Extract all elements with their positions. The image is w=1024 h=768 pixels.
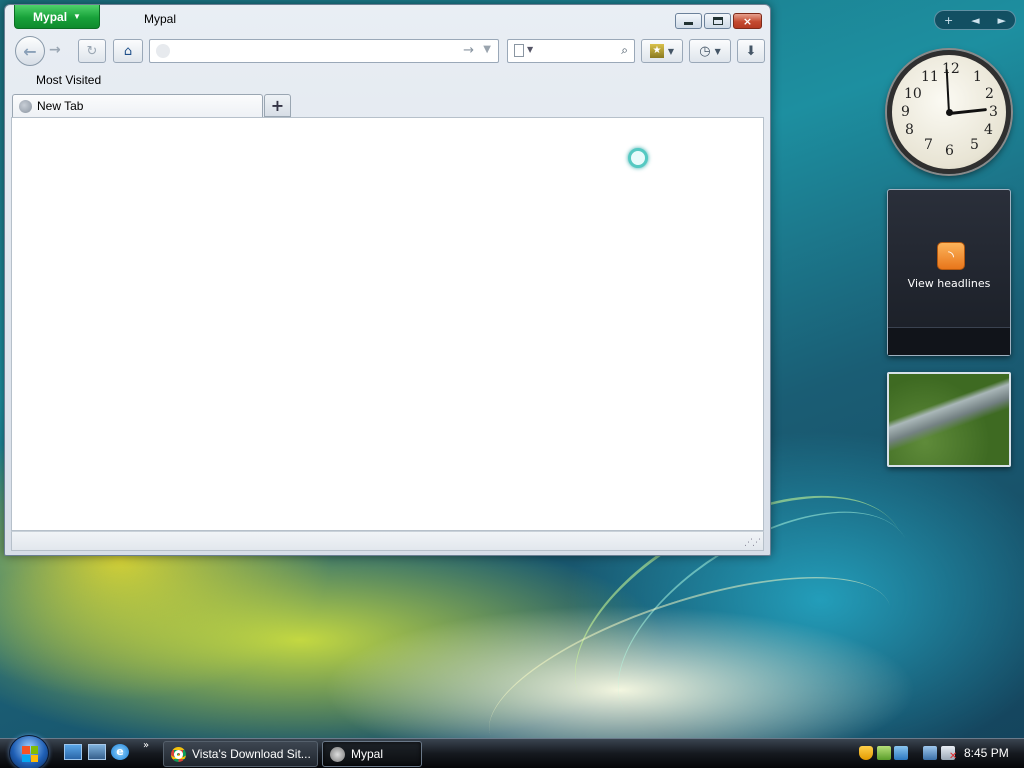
search-engine-icon[interactable] bbox=[514, 44, 524, 57]
clock-number: 12 bbox=[942, 61, 960, 77]
chevron-down-icon: ▼ bbox=[73, 12, 81, 21]
clock-number: 9 bbox=[901, 104, 910, 120]
page-content[interactable] bbox=[11, 117, 764, 531]
app-menu-label: Mypal bbox=[33, 9, 68, 24]
network-status-icon[interactable] bbox=[877, 746, 891, 760]
app-menu-button[interactable]: Mypal ▼ bbox=[14, 5, 100, 29]
next-page-button[interactable]: ► bbox=[998, 14, 1006, 27]
status-bar: ⋰⋰ bbox=[11, 531, 764, 551]
go-arrow-icon[interactable]: → bbox=[463, 43, 474, 58]
maximize-button[interactable] bbox=[704, 13, 731, 29]
globe-icon bbox=[19, 99, 32, 113]
show-desktop-icon[interactable] bbox=[64, 744, 82, 760]
clock-number: 8 bbox=[905, 122, 914, 138]
add-gadget-button[interactable]: + bbox=[944, 14, 953, 27]
chevron-down-icon: ▼ bbox=[667, 46, 675, 56]
clock-number: 3 bbox=[989, 104, 998, 120]
close-button[interactable]: × bbox=[733, 13, 762, 29]
window-controls: × bbox=[675, 13, 762, 29]
clock-icon: ◷ bbox=[699, 43, 711, 59]
clock-gadget[interactable]: 12 1 2 3 4 5 6 7 8 9 10 11 bbox=[887, 50, 1011, 174]
chevron-down-icon[interactable]: ▼ bbox=[527, 45, 533, 54]
slideshow-gadget[interactable] bbox=[887, 372, 1011, 467]
search-bar[interactable]: ▼ ⌕ bbox=[507, 39, 635, 63]
forward-arrow-icon: → bbox=[49, 42, 61, 58]
maximize-icon bbox=[712, 17, 723, 25]
gadget-footer bbox=[888, 327, 1010, 355]
home-button[interactable]: ⌂ bbox=[113, 39, 143, 63]
internet-explorer-icon[interactable]: e bbox=[111, 744, 129, 760]
forward-button[interactable]: → bbox=[49, 42, 61, 58]
chrome-icon bbox=[171, 746, 186, 762]
close-icon: × bbox=[742, 14, 753, 28]
clock-hour-hand bbox=[948, 108, 987, 115]
taskbar-button-label: Mypal bbox=[351, 747, 384, 761]
search-icon[interactable]: ⌕ bbox=[621, 43, 628, 58]
clock-center bbox=[946, 109, 953, 116]
new-tab-button[interactable]: + bbox=[264, 94, 291, 117]
security-shield-icon[interactable] bbox=[859, 746, 873, 760]
site-identity-icon bbox=[156, 44, 170, 58]
sidebar-controls: + ◄ ► bbox=[934, 10, 1016, 30]
clock-number: 11 bbox=[921, 69, 939, 85]
rss-icon: ◝ bbox=[937, 242, 965, 270]
navigation-toolbar: ← → ↻ ⌂ → ▼ ▼ ⌕ ★ ▼ ◷ ▼ ⬇ bbox=[13, 35, 765, 66]
download-arrow-icon: ⬇ bbox=[745, 43, 757, 59]
reload-icon: ↻ bbox=[86, 43, 98, 59]
clock-number: 6 bbox=[945, 143, 954, 159]
network-icon[interactable] bbox=[923, 746, 937, 760]
taskbar-button-mypal[interactable]: Mypal bbox=[322, 741, 422, 767]
taskbar-button-chrome[interactable]: Vista's Download Sit... bbox=[163, 741, 318, 767]
switch-windows-icon[interactable] bbox=[88, 744, 106, 760]
back-button[interactable]: ← bbox=[15, 36, 45, 66]
clock-number: 10 bbox=[904, 86, 922, 102]
tab-new-tab[interactable]: New Tab bbox=[12, 94, 263, 117]
reload-button[interactable]: ↻ bbox=[78, 39, 106, 63]
back-arrow-icon: ← bbox=[23, 41, 37, 61]
home-icon: ⌂ bbox=[123, 43, 133, 59]
url-dropdown-icon[interactable]: ▼ bbox=[483, 44, 491, 55]
history-button[interactable]: ◷ ▼ bbox=[689, 39, 731, 63]
tab-label: New Tab bbox=[37, 99, 84, 113]
url-bar[interactable]: → ▼ bbox=[149, 39, 499, 63]
loading-cursor-icon bbox=[628, 148, 648, 168]
taskbar-clock[interactable]: 8:45 PM bbox=[964, 746, 1009, 760]
url-input[interactable] bbox=[174, 42, 444, 60]
windows-logo-icon bbox=[22, 746, 38, 762]
search-input[interactable] bbox=[538, 42, 610, 60]
feed-headlines-gadget[interactable]: ◝ View headlines bbox=[887, 189, 1011, 356]
clock-number: 1 bbox=[973, 69, 982, 85]
chevron-down-icon: ▼ bbox=[714, 46, 721, 56]
wallpaper-streak bbox=[468, 538, 912, 768]
plus-icon: + bbox=[270, 96, 285, 115]
clock-number: 5 bbox=[970, 137, 979, 153]
quick-launch-more-button[interactable]: » bbox=[143, 740, 149, 751]
mypal-icon bbox=[330, 746, 345, 762]
start-button[interactable] bbox=[9, 735, 49, 768]
resize-grip-icon[interactable]: ⋰⋰ bbox=[744, 538, 761, 548]
clock-number: 7 bbox=[924, 137, 933, 153]
windows-update-icon[interactable] bbox=[894, 746, 908, 760]
browser-window: Mypal ▼ Mypal × ← → ↻ ⌂ → ▼ ▼ ⌕ ★ ▼ ◷ ▼ … bbox=[4, 4, 771, 556]
bookmarks-bar: Most Visited bbox=[36, 73, 101, 87]
bookmarks-button[interactable]: ★ ▼ bbox=[641, 39, 683, 63]
clock-number: 2 bbox=[985, 86, 994, 102]
bookmark-star-icon: ★ bbox=[649, 44, 664, 58]
clock-number: 4 bbox=[984, 122, 993, 138]
minimize-icon bbox=[684, 22, 693, 25]
window-title: Mypal bbox=[144, 12, 177, 26]
system-tray: ✕ 8:45 PM bbox=[850, 741, 1024, 767]
minimize-button[interactable] bbox=[675, 13, 702, 29]
taskbar-button-label: Vista's Download Sit... bbox=[192, 747, 311, 761]
downloads-button[interactable]: ⬇ bbox=[737, 39, 765, 63]
previous-page-button[interactable]: ◄ bbox=[971, 14, 979, 27]
bookmark-most-visited[interactable]: Most Visited bbox=[36, 73, 101, 87]
mute-x-icon: ✕ bbox=[949, 751, 958, 762]
view-headlines-label: View headlines bbox=[907, 277, 991, 290]
